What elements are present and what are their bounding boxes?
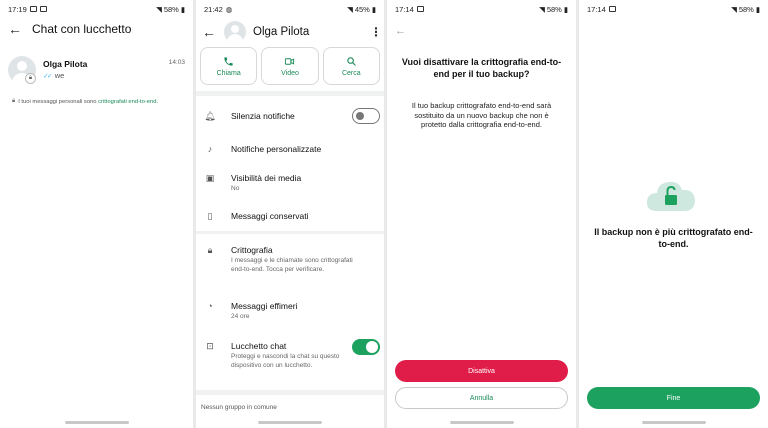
encryption-label: Crittografia <box>231 245 273 255</box>
notification-icon: ◍ <box>225 4 233 14</box>
quick-actions: Chiama Video Cerca <box>200 47 380 85</box>
signal-icon: ◥ <box>156 4 162 14</box>
encryption-link[interactable]: crittografati end-to-end <box>98 99 156 105</box>
battery-level: 58% <box>163 4 179 14</box>
gesture-bar[interactable] <box>64 421 129 424</box>
call-label: Chiama <box>216 69 241 77</box>
chat-lock-description: Proteggi e nascondi la chat su questo di… <box>231 353 340 369</box>
signal-icon: ◥ <box>347 4 353 14</box>
back-arrow-icon[interactable]: ← <box>202 25 216 39</box>
battery-level: 45% <box>354 4 370 14</box>
call-button[interactable]: Chiama <box>200 47 258 85</box>
status-time: 17:19 <box>8 4 27 14</box>
signal-icon: ◥ <box>539 4 545 14</box>
section-divider <box>196 390 384 395</box>
encryption-notice-suffix: . <box>156 98 159 105</box>
chat-lock-icon: ⊡ <box>206 341 214 351</box>
custom-notifications-label: Notifiche personalizzate <box>231 144 322 154</box>
battery-icon: ▮ <box>180 4 185 14</box>
disappearing-messages-value: 24 ore <box>231 313 250 320</box>
media-visibility-label: Visibilità dei media <box>231 173 302 183</box>
media-visibility-row[interactable]: ▣ Visibilità dei media No <box>202 173 380 194</box>
status-time: 17:14 <box>587 4 606 14</box>
notification-icon <box>39 6 47 12</box>
avatar[interactable] <box>224 21 246 43</box>
gallery-notification-icon <box>29 6 37 12</box>
battery-icon: ▮ <box>371 4 376 14</box>
chat-list-item[interactable]: 🔒︎ Olga Pilota 14:03 ✓✓ we <box>8 56 187 86</box>
encryption-notice: 🔒︎ I tuoi messaggi personali sono critto… <box>12 98 189 105</box>
contact-info-screen: 21:42 ◍ ◥ 45% ▮ ← Olga Pilota ⋮ Chiama Vide… <box>196 0 384 428</box>
video-call-button[interactable]: Video <box>261 47 319 85</box>
app-bar: ← Chat con lucchetto <box>8 22 131 36</box>
battery-icon: ▮ <box>563 4 568 14</box>
status-bar: 17:14 ◥ 58% ▮ <box>579 0 768 18</box>
chat-timestamp: 14:03 <box>168 59 185 66</box>
more-options-icon[interactable]: ⋮ <box>370 25 382 39</box>
encryption-row[interactable]: 🔒︎ Crittografia I messaggi e le chiamate … <box>202 245 380 274</box>
search-icon <box>347 56 356 66</box>
chat-preview: ✓✓ we <box>43 71 64 80</box>
contact-header: ← Olga Pilota ⋮ <box>202 18 382 46</box>
dialog-body: Il tuo backup crittografato end-to-end s… <box>411 101 552 129</box>
status-bar: 17:19 ◥ 58% ▮ <box>0 0 193 18</box>
page-title: Chat con lucchetto <box>32 22 132 36</box>
search-label: Cerca <box>341 69 361 77</box>
chat-lock-label: Lucchetto chat <box>231 341 287 351</box>
locked-chats-screen: 17:19 ◥ 58% ▮ ← Chat con lucchetto 🔒︎ Olga… <box>0 0 193 428</box>
status-bar: 21:42 ◍ ◥ 45% ▮ <box>196 0 384 18</box>
encryption-notice-text: I tuoi messaggi personali sono <box>18 98 99 105</box>
gesture-bar[interactable] <box>258 421 322 424</box>
lock-icon: 🔒︎ <box>12 98 16 104</box>
status-time: 21:42 <box>204 4 223 14</box>
dialog-title: Vuoi disattivare la crittografia end-to-… <box>401 57 562 79</box>
cancel-button[interactable]: Annulla <box>395 387 568 409</box>
battery-level: 58% <box>546 4 562 14</box>
disappearing-messages-row[interactable]: ◔ Messaggi effimeri 24 ore <box>202 301 380 322</box>
encryption-description: I messaggi e le chiamate sono crittograf… <box>231 257 353 273</box>
section-divider <box>196 91 384 96</box>
backup-unencrypted-screen: 17:14 ◥ 58% ▮ Il backup non è più crittogr… <box>579 0 768 428</box>
back-arrow-icon[interactable]: ← <box>395 25 406 37</box>
done-button[interactable]: Fine <box>587 387 760 409</box>
lock-badge-icon: 🔒︎ <box>25 73 36 84</box>
lock-icon: 🔒︎ <box>207 245 213 255</box>
kept-messages-row[interactable]: ▯ Messaggi conservati <box>202 211 380 222</box>
kept-messages-label: Messaggi conservati <box>231 211 309 221</box>
signal-icon: ◥ <box>731 4 737 14</box>
video-label: Video <box>281 69 299 77</box>
notification-icon <box>608 6 616 12</box>
battery-level: 58% <box>738 4 754 14</box>
search-button[interactable]: Cerca <box>322 47 380 85</box>
battery-icon: ▮ <box>755 4 760 14</box>
chat-name: Olga Pilota <box>43 59 88 69</box>
disable-encryption-screen: 17:14 ◥ 58% ▮ ← Vuoi disattivare la critto… <box>387 0 576 428</box>
gesture-bar[interactable] <box>641 421 706 424</box>
custom-notifications-row[interactable]: ♪ Notifiche personalizzate <box>202 144 380 154</box>
bookmark-icon: ▯ <box>207 211 213 221</box>
double-check-icon: ✓✓ <box>43 72 53 80</box>
disappearing-messages-label: Messaggi effimeri <box>231 301 298 311</box>
status-bar: 17:14 ◥ 58% ▮ <box>387 0 576 18</box>
bell-icon: 🔔︎ <box>204 111 216 121</box>
media-visibility-value: No <box>231 185 240 192</box>
timer-icon: ◔ <box>207 301 213 311</box>
gesture-bar[interactable] <box>449 421 514 424</box>
notification-icon <box>416 6 424 12</box>
image-icon: ▣ <box>205 173 215 183</box>
phone-icon <box>224 56 233 66</box>
video-icon <box>285 57 295 65</box>
chat-lock-toggle[interactable] <box>352 339 380 355</box>
confirmation-message: Il backup non è più crittografato end-to… <box>594 227 753 249</box>
disable-button[interactable]: Disattiva <box>395 360 568 382</box>
cloud-unlock-icon <box>646 181 695 211</box>
last-message: we <box>54 71 65 80</box>
common-groups-label: Nessun gruppo in comune <box>201 404 277 411</box>
music-note-icon: ♪ <box>207 144 213 154</box>
status-time: 17:14 <box>395 4 414 14</box>
section-divider <box>196 231 384 234</box>
contact-name: Olga Pilota <box>253 26 310 38</box>
mute-notifications-toggle[interactable] <box>352 108 380 124</box>
back-arrow-icon[interactable]: ← <box>8 22 22 36</box>
